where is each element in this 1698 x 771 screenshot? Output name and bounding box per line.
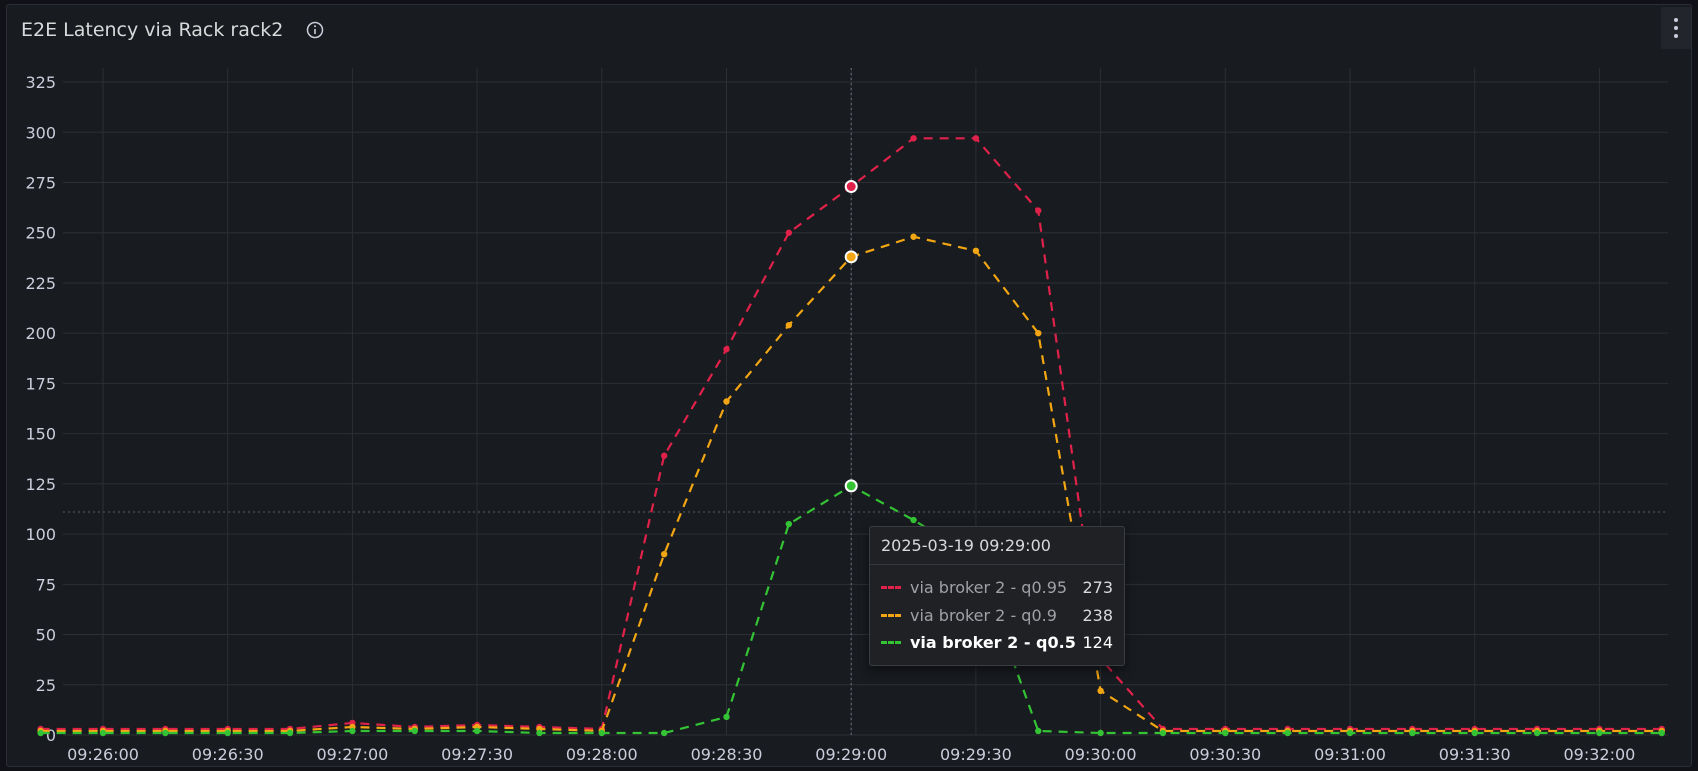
tooltip-row-value: 273: [1082, 577, 1113, 597]
y-tick-label: 250: [25, 224, 56, 243]
data-point: [37, 729, 44, 737]
data-point: [1159, 729, 1167, 737]
y-tick-label: 325: [25, 73, 56, 92]
data-point: [660, 550, 668, 558]
data-point: [972, 135, 980, 142]
data-point: [1035, 329, 1042, 337]
data-point: [224, 729, 231, 737]
data-point: [1346, 729, 1354, 737]
hover-point: [844, 180, 858, 194]
data-point: [785, 520, 793, 528]
data-point: [660, 452, 668, 459]
data-point: [1035, 207, 1042, 214]
tooltip-time: 2025-03-19 09:29:00: [881, 536, 1051, 555]
x-tick-label: 09:26:00: [67, 745, 139, 764]
y-tick-label: 225: [25, 274, 56, 293]
data-point: [1284, 729, 1291, 737]
data-point: [660, 729, 668, 737]
data-point: [598, 729, 605, 737]
data-point: [1596, 729, 1603, 737]
series-swatch-q05: [881, 640, 901, 644]
tooltip-row-label: via broker 2 - q0.5: [910, 632, 1076, 652]
y-tick-label: 175: [25, 374, 56, 393]
x-tick-label: 09:31:00: [1314, 745, 1386, 764]
data-point: [785, 229, 793, 236]
data-point: [910, 516, 917, 524]
y-tick-label: 275: [25, 174, 56, 193]
tooltip-row-label: via broker 2 - q0.9: [910, 605, 1057, 625]
data-point: [286, 729, 294, 737]
x-tick-label: 09:29:00: [815, 745, 887, 764]
data-point: [785, 321, 793, 329]
data-point: [411, 727, 418, 735]
tooltip-row-label: via broker 2 - q0.95: [910, 577, 1068, 597]
data-point: [1097, 729, 1104, 737]
data-point: [723, 346, 730, 353]
y-tick-label: 75: [36, 575, 56, 594]
data-point: [1471, 729, 1478, 737]
data-point: [349, 727, 356, 735]
x-tick-label: 09:30:00: [1065, 745, 1137, 764]
hover-point: [844, 250, 858, 264]
x-tick-label: 09:27:30: [441, 745, 513, 764]
tooltip-row-q095: via broker 2 - q0.95 273: [881, 576, 1113, 598]
data-point: [1658, 729, 1665, 737]
data-point: [723, 713, 730, 721]
x-tick-label: 09:31:30: [1439, 745, 1511, 764]
tooltip-row-q09: via broker 2 - q0.9 238: [881, 604, 1113, 626]
y-tick-label: 300: [25, 123, 56, 142]
data-point: [1409, 729, 1416, 737]
x-tick-label: 09:28:30: [691, 745, 763, 764]
data-point: [473, 727, 481, 735]
x-tick-label: 09:32:00: [1563, 745, 1635, 764]
data-point: [99, 729, 107, 737]
data-point: [536, 729, 543, 737]
data-point: [1097, 687, 1104, 694]
tooltip-row-q05: via broker 2 - q0.5 124: [881, 631, 1113, 653]
x-tick-label: 09:29:30: [940, 745, 1012, 764]
data-point: [1533, 729, 1541, 737]
y-tick-label: 200: [25, 324, 56, 343]
y-tick-label: 125: [25, 475, 56, 494]
y-tick-label: 150: [25, 425, 56, 444]
tooltip-row-value: 124: [1082, 632, 1113, 652]
hover-point: [844, 479, 858, 493]
hover-tooltip: 2025-03-19 09:29:00 via broker 2 - q0.95…: [869, 526, 1125, 666]
x-tick-label: 09:30:30: [1189, 745, 1261, 764]
data-point: [1035, 727, 1042, 735]
line-chart[interactable]: 025507510012515017520022525027530032509:…: [0, 0, 1698, 771]
x-tick-label: 09:26:30: [192, 745, 264, 764]
series-swatch-q095: [881, 585, 901, 589]
data-point: [972, 247, 980, 255]
tooltip-divider: [870, 564, 1124, 565]
x-tick-label: 09:28:00: [566, 745, 638, 764]
data-point: [1222, 729, 1229, 737]
data-point: [910, 233, 917, 240]
y-tick-label: 50: [36, 626, 56, 645]
data-point: [723, 398, 730, 405]
data-point: [910, 135, 917, 142]
series-swatch-q09: [881, 613, 901, 617]
data-point: [162, 729, 169, 737]
tooltip-row-value: 238: [1082, 605, 1113, 625]
y-tick-label: 100: [25, 525, 56, 544]
x-tick-label: 09:27:00: [316, 745, 388, 764]
y-tick-label: 25: [36, 676, 56, 695]
